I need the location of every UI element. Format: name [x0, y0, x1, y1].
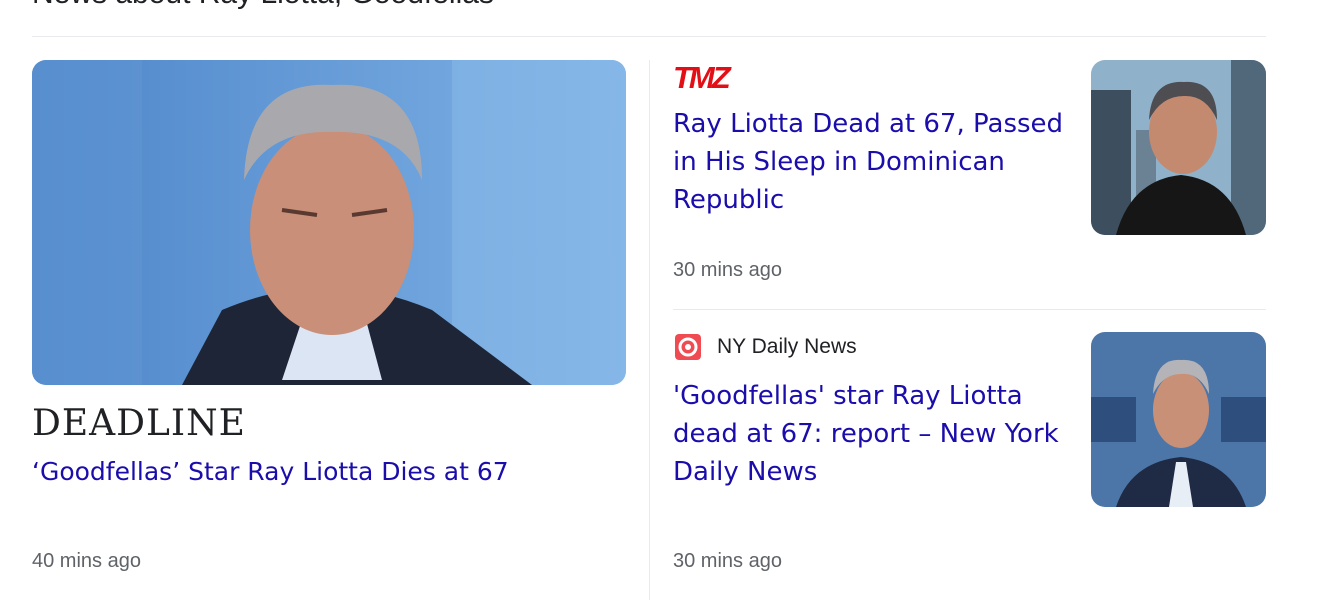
story-headline-link[interactable]: Ray Liotta Dead at 67, Passed in His Sle…	[673, 105, 1073, 219]
source-logo-deadline: DEADLINE	[32, 403, 246, 444]
ray-liotta-photo-icon	[32, 60, 626, 385]
story-headline-link[interactable]: ‘Goodfellas’ Star Ray Liotta Dies at 67	[32, 453, 626, 491]
story-timestamp: 30 mins ago	[673, 259, 782, 281]
nydn-logo-icon	[675, 334, 701, 360]
story-timestamp: 40 mins ago	[32, 550, 141, 572]
news-card-deadline[interactable]: DEADLINE ‘Goodfellas’ Star Ray Liotta Di…	[32, 60, 626, 600]
story-thumbnail[interactable]	[32, 60, 626, 385]
story-thumbnail[interactable]	[1091, 332, 1266, 507]
tmz-logo-icon: TMZ	[673, 60, 735, 92]
source-name: NY Daily News	[717, 335, 857, 358]
svg-text:TMZ: TMZ	[673, 60, 732, 92]
news-card-tmz[interactable]: TMZ Ray Liotta Dead at 67, Passed in His…	[673, 60, 1266, 300]
story-timestamp: 30 mins ago	[673, 550, 782, 572]
ray-liotta-photo-icon	[1091, 332, 1266, 507]
story-thumbnail[interactable]	[1091, 60, 1266, 235]
ray-liotta-photo-icon	[1091, 60, 1266, 235]
story-headline-link[interactable]: 'Goodfellas' star Ray Liotta dead at 67:…	[673, 377, 1073, 491]
story-divider	[673, 309, 1266, 310]
source-row: NY Daily News	[673, 332, 857, 362]
news-card-nydn[interactable]: NY Daily News 'Goodfellas' star Ray Liot…	[673, 332, 1266, 600]
header-divider	[32, 36, 1266, 37]
news-section-title: News about Ray Liotta, Goodfellas	[32, 0, 494, 12]
column-divider	[649, 60, 650, 600]
